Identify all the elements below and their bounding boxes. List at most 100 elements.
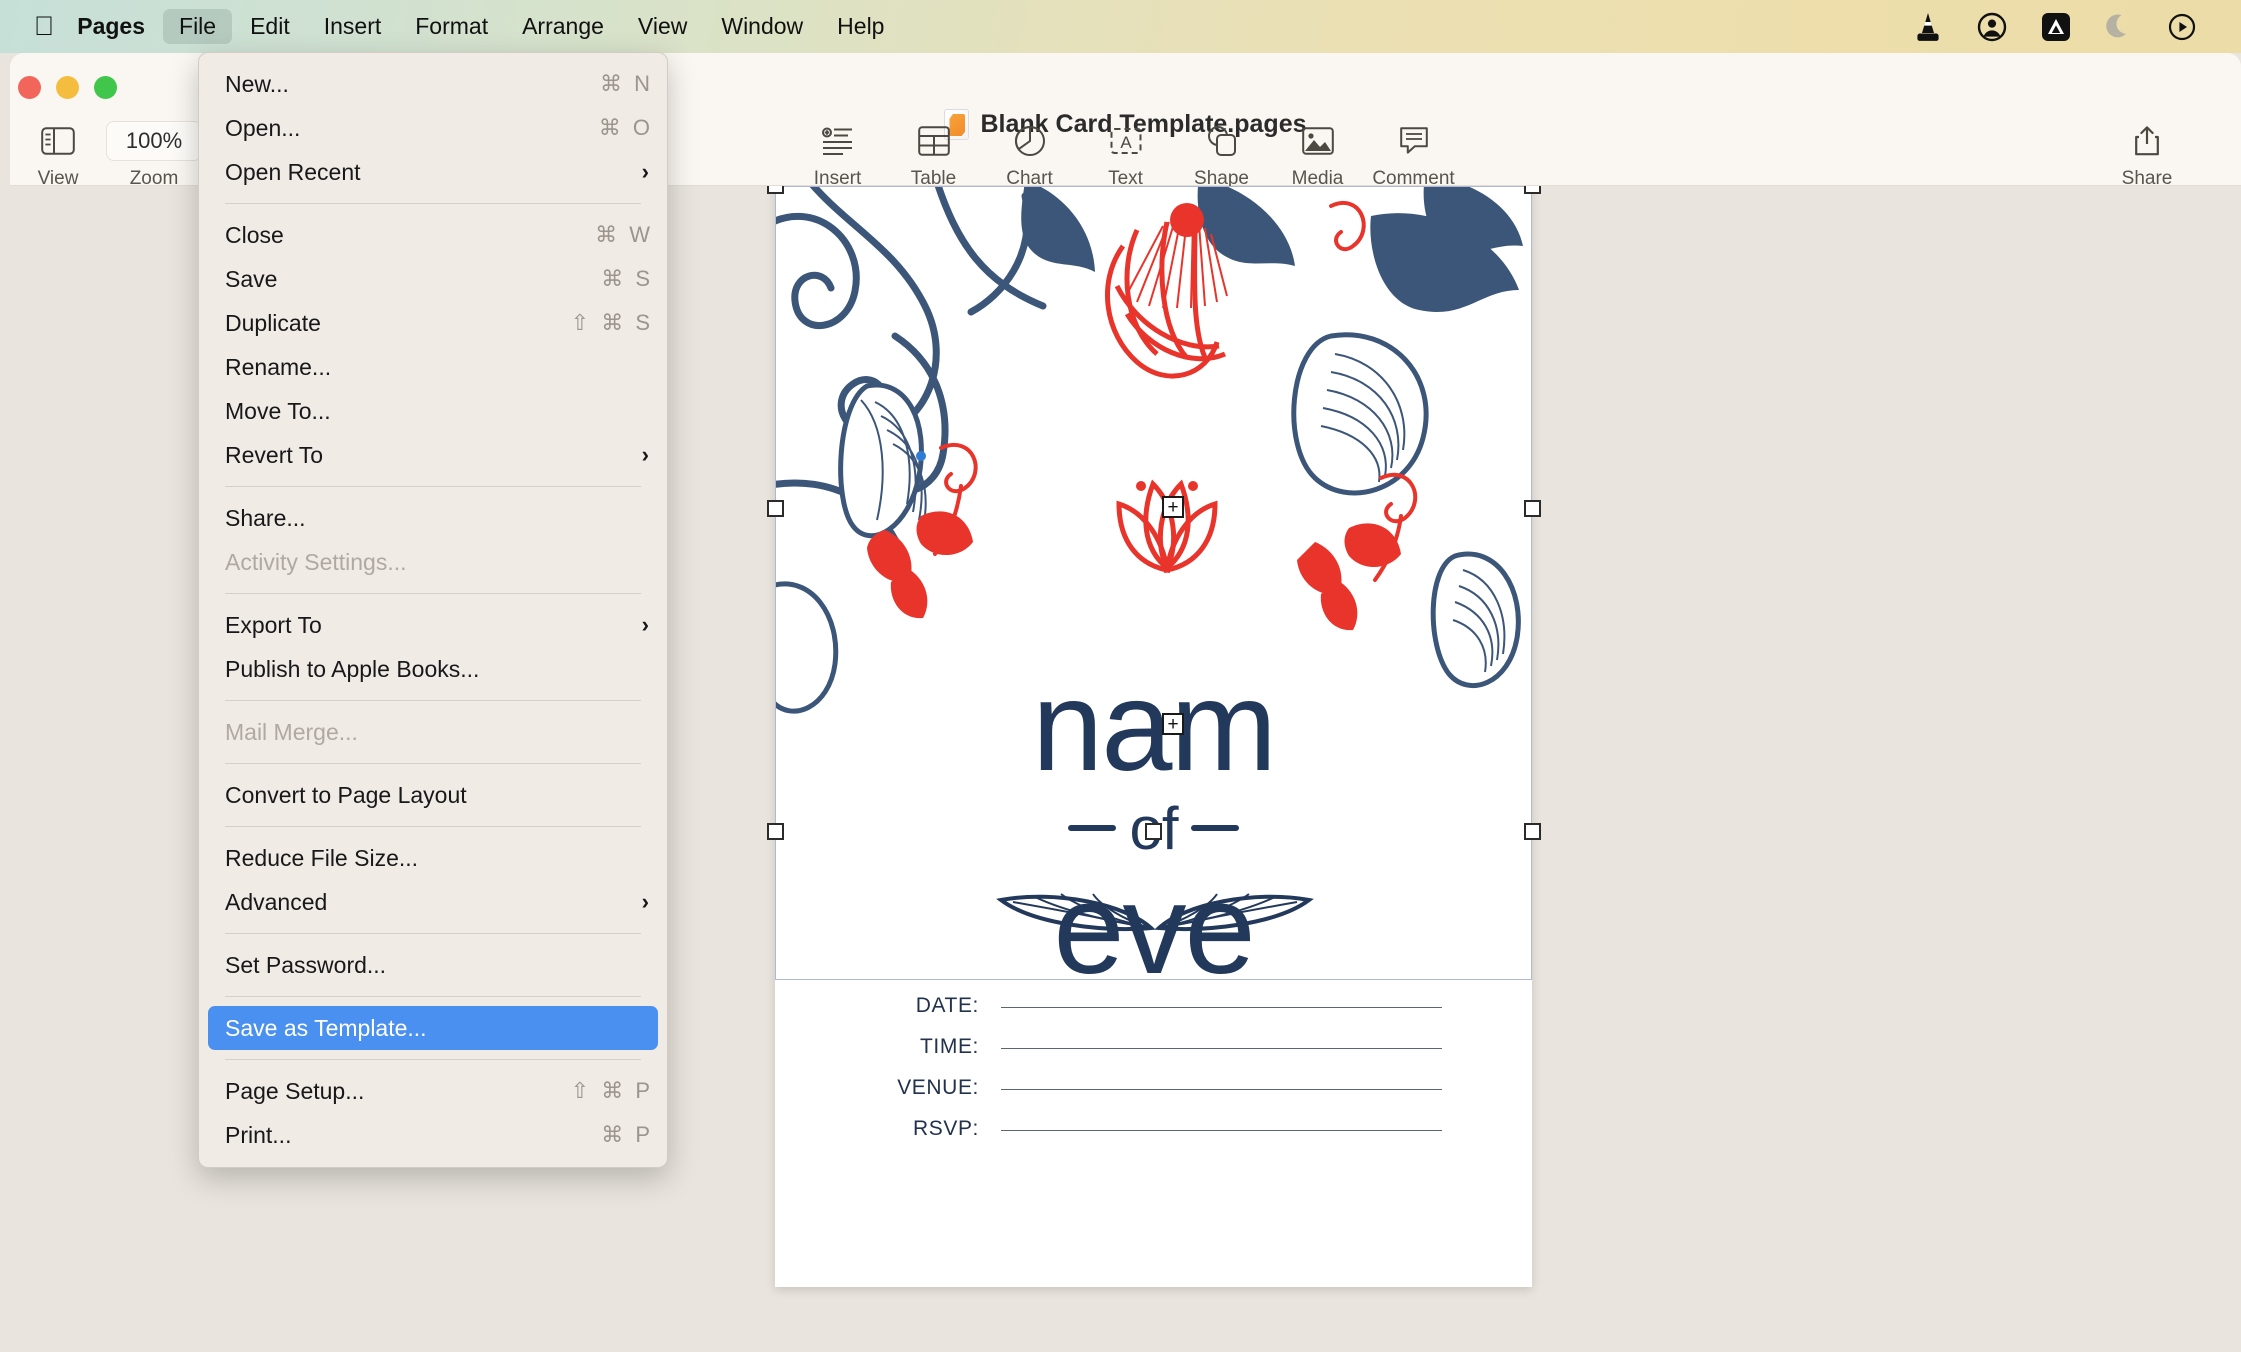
menu-separator — [225, 826, 641, 827]
file-menu-item-move-to[interactable]: Move To... — [199, 389, 667, 433]
menu-item-label: Print... — [225, 1121, 292, 1148]
menu-item-label: Close — [225, 221, 284, 248]
date-field-label: DATE: — [915, 994, 979, 1017]
file-menu-item-reduce-file-size[interactable]: Reduce File Size... — [199, 836, 667, 880]
menu-item-label: Save as Template... — [225, 1014, 427, 1041]
media-button[interactable]: Media — [1270, 121, 1366, 190]
table-button[interactable]: Table — [886, 121, 982, 190]
chart-button[interactable]: Chart — [982, 121, 1078, 190]
insert-icon — [821, 121, 855, 161]
file-menu-dropdown[interactable]: New... ⌘ N Open... ⌘ O Open Recent › Close ⌘ W S… — [198, 52, 668, 1168]
insert-marker-upper[interactable]: + — [1162, 496, 1184, 518]
svg-text:A: A — [1120, 133, 1132, 152]
apple-menu-icon[interactable]:  — [34, 13, 54, 40]
text-icon: A — [1110, 121, 1142, 161]
vlc-cone-icon[interactable] — [1913, 11, 1943, 43]
menu-item-label: Export To — [225, 611, 322, 638]
user-account-icon[interactable] — [1977, 12, 2007, 42]
file-menu-item-advanced[interactable]: Advanced › — [199, 880, 667, 924]
file-menu-item-print[interactable]: Print... ⌘ P — [199, 1113, 667, 1157]
do-not-disturb-moon-icon[interactable] — [2105, 12, 2133, 42]
menu-separator — [225, 486, 641, 487]
selection-handle-top-left[interactable] — [767, 186, 784, 194]
insert-marker-lower[interactable]: + — [1162, 713, 1184, 735]
menu-bar-item-view[interactable]: View — [622, 9, 703, 44]
media-icon — [1301, 121, 1334, 161]
affinity-icon[interactable] — [2041, 12, 2071, 42]
menu-separator — [225, 1059, 641, 1060]
document-page[interactable]: nam of eve — [775, 186, 1532, 1287]
close-button[interactable] — [18, 76, 41, 99]
selection-handle-bottom-left[interactable] — [767, 823, 784, 840]
file-menu-item-duplicate[interactable]: Duplicate ⇧ ⌘ S — [199, 301, 667, 345]
selection-handle-middle-right[interactable] — [1524, 500, 1541, 517]
menu-separator — [225, 203, 641, 204]
file-menu-item-rename[interactable]: Rename... — [199, 345, 667, 389]
file-menu-item-publish-to-apple-books[interactable]: Publish to Apple Books... — [199, 647, 667, 691]
shape-button[interactable]: Shape — [1174, 121, 1270, 190]
field-row-date[interactable]: DATE: — [775, 994, 1532, 1035]
field-row-time[interactable]: TIME: — [775, 1035, 1532, 1076]
menu-item-label: Save — [225, 265, 278, 292]
menu-item-label: Set Password... — [225, 951, 387, 978]
menu-bar-item-insert[interactable]: Insert — [308, 9, 398, 44]
selection-handle-bottom-right[interactable] — [1524, 823, 1541, 840]
file-menu-item-save-as-template[interactable]: Save as Template... — [208, 1006, 658, 1050]
chevron-right-icon: › — [641, 889, 649, 914]
selection-handle-top-right[interactable] — [1524, 186, 1541, 194]
share-button[interactable]: Share — [2099, 121, 2195, 190]
field-row-rsvp[interactable]: RSVP: — [775, 1117, 1532, 1158]
file-menu-item-set-password[interactable]: Set Password... — [199, 943, 667, 987]
zoom-control[interactable]: 100% Zoom — [106, 121, 202, 190]
menu-item-label: Reduce File Size... — [225, 844, 419, 871]
file-menu-item-convert-to-page-layout[interactable]: Convert to Page Layout — [199, 773, 667, 817]
menu-bar-item-edit[interactable]: Edit — [234, 9, 306, 44]
file-menu-item-save[interactable]: Save ⌘ S — [199, 257, 667, 301]
menu-item-label: Activity Settings... — [225, 548, 407, 575]
menu-item-label: Convert to Page Layout — [225, 781, 467, 808]
date-field-input[interactable] — [1001, 1007, 1442, 1008]
venue-field-input[interactable] — [1001, 1089, 1442, 1090]
field-row-venue[interactable]: VENUE: — [775, 1076, 1532, 1117]
comment-button[interactable]: Comment — [1366, 121, 1462, 190]
menu-bar-item-format[interactable]: Format — [399, 9, 504, 44]
card-detail-fields: DATE: TIME: VENUE: RSVP: — [775, 994, 1532, 1158]
menu-bar-item-pages[interactable]: Pages — [55, 9, 161, 44]
file-menu-item-open-recent[interactable]: Open Recent › — [199, 150, 667, 194]
zoom-button[interactable] — [94, 76, 117, 99]
file-menu-item-revert-to[interactable]: Revert To › — [199, 433, 667, 477]
menu-separator — [225, 996, 641, 997]
card-name-line-1[interactable]: nam — [775, 663, 1532, 791]
rsvp-field-input[interactable] — [1001, 1130, 1442, 1131]
file-menu-item-close[interactable]: Close ⌘ W — [199, 213, 667, 257]
selection-handle-bottom-center[interactable] — [1145, 823, 1162, 840]
menu-item-label: Duplicate — [225, 309, 321, 336]
menu-bar-item-help[interactable]: Help — [821, 9, 900, 44]
text-button[interactable]: A Text — [1078, 121, 1174, 190]
file-menu-item-export-to[interactable]: Export To › — [199, 603, 667, 647]
control-center-play-icon[interactable] — [2167, 12, 2197, 42]
insert-button[interactable]: Insert — [790, 121, 886, 190]
menu-item-label: Publish to Apple Books... — [225, 655, 480, 682]
minimize-button[interactable] — [56, 76, 79, 99]
left-dash-ornament — [1068, 825, 1117, 832]
menu-separator — [225, 763, 641, 764]
view-button[interactable]: View — [10, 121, 106, 190]
time-field-input[interactable] — [1001, 1048, 1442, 1049]
time-field-label: TIME: — [920, 1035, 979, 1058]
menu-item-shortcut: ⌘ O — [598, 115, 653, 140]
menu-bar-item-window[interactable]: Window — [705, 9, 819, 44]
menu-bar-item-arrange[interactable]: Arrange — [506, 9, 620, 44]
menu-separator — [225, 593, 641, 594]
file-menu-item-share[interactable]: Share... — [199, 496, 667, 540]
zoom-level-field[interactable]: 100% — [106, 121, 202, 161]
sidebar-view-icon — [41, 121, 75, 161]
menu-item-label: Revert To — [225, 441, 324, 468]
file-menu-item-open[interactable]: Open... ⌘ O — [199, 106, 667, 150]
rsvp-field-label: RSVP: — [912, 1117, 979, 1140]
menu-bar-item-file[interactable]: File — [163, 8, 233, 45]
file-menu-item-page-setup[interactable]: Page Setup... ⇧ ⌘ P — [199, 1069, 667, 1113]
menu-item-label: Page Setup... — [225, 1077, 365, 1104]
selection-handle-middle-left[interactable] — [767, 500, 784, 517]
file-menu-item-new[interactable]: New... ⌘ N — [199, 62, 667, 106]
